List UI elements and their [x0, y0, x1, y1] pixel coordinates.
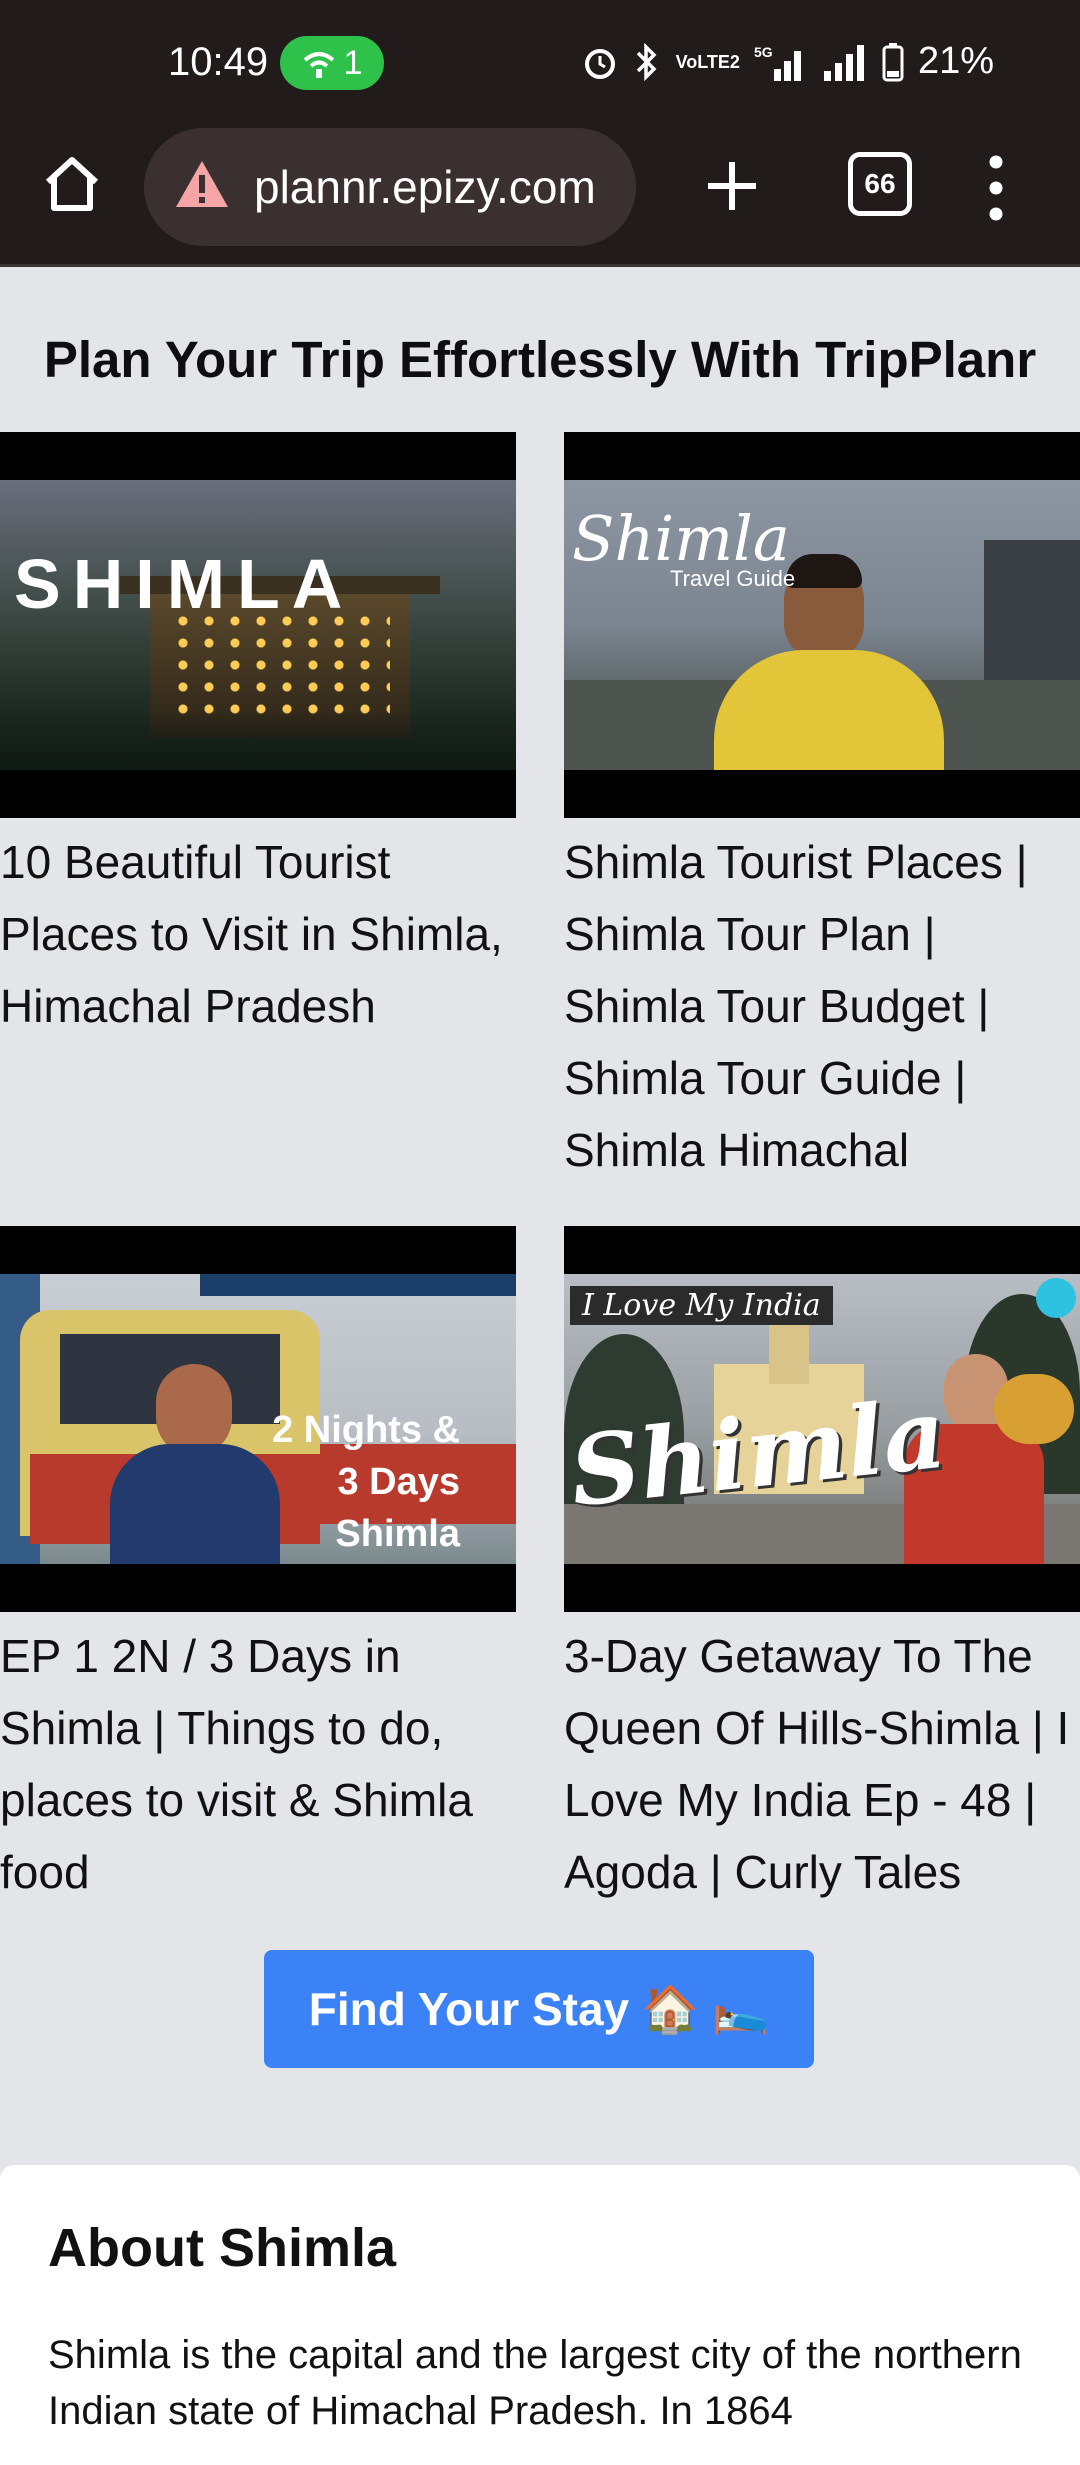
video-card[interactable]: SHIMLA 10 Beautiful Tourist Places to Vi…: [0, 432, 516, 1042]
find-your-stay-button[interactable]: Find Your Stay 🏠 🛌: [264, 1950, 814, 2068]
hotspot-indicator: 1: [280, 36, 384, 90]
hotspot-count: 1: [343, 43, 363, 82]
status-time: 10:49: [168, 40, 269, 84]
video-card[interactable]: Shimla Travel Guide Shimla Tourist Place…: [564, 432, 1080, 1186]
page-title: Plan Your Trip Effortlessly With TripPla…: [43, 331, 1037, 388]
url-text[interactable]: plannr.epizy.com: [254, 160, 596, 214]
battery-icon: [882, 42, 904, 81]
video-card[interactable]: 2 Nights & 3 Days Shimla EP 1 2N / 3 Day…: [0, 1226, 516, 1908]
more-menu-icon[interactable]: [978, 152, 1014, 224]
signal-5g-icon: 5G: [754, 44, 801, 81]
video-thumbnail[interactable]: 2 Nights & 3 Days Shimla: [0, 1226, 516, 1612]
thumbnail-overlay-text: Shimla: [572, 502, 790, 575]
thumbnail-overlay-tag: I Love My India: [570, 1286, 833, 1325]
status-bar: 10:49 1 VoLTE2 5G 21%: [0, 0, 1080, 128]
thumbnail-overlay-text: SHIMLA: [14, 545, 355, 623]
hotspot-icon: [303, 52, 334, 78]
battery-percent: 21%: [917, 40, 994, 82]
thumbnail-overlay-subtext: Travel Guide: [670, 566, 796, 591]
volte-label: VoLTE2: [675, 51, 740, 72]
warning-icon[interactable]: [174, 158, 230, 210]
tab-switcher-button[interactable]: 66: [848, 152, 912, 216]
find-your-stay-label: Find Your Stay 🏠 🛌: [308, 1982, 770, 2035]
alarm-icon: [584, 48, 615, 79]
video-title[interactable]: EP 1 2N / 3 Days in Shimla | Things to d…: [0, 1620, 516, 1908]
svg-text:5G: 5G: [754, 44, 773, 60]
video-title[interactable]: Shimla Tourist Places | Shimla Tour Plan…: [564, 826, 1080, 1186]
home-icon[interactable]: [40, 152, 104, 216]
video-title[interactable]: 10 Beautiful Tourist Places to Visit in …: [0, 826, 516, 1042]
video-thumbnail[interactable]: SHIMLA: [0, 432, 516, 818]
video-card[interactable]: I Love My India Shimla 3-Day Getaway To …: [564, 1226, 1080, 1908]
bluetooth-icon: [636, 42, 657, 81]
new-tab-icon[interactable]: [702, 156, 762, 216]
about-heading: About Shimla: [48, 2218, 396, 2278]
signal-icon: [823, 44, 864, 81]
status-icons: VoLTE2 5G 21%: [582, 40, 994, 83]
video-thumbnail[interactable]: Shimla Travel Guide: [564, 432, 1080, 818]
video-title[interactable]: 3-Day Getaway To The Queen Of Hills-Shim…: [564, 1620, 1080, 1908]
address-bar[interactable]: plannr.epizy.com: [144, 128, 636, 246]
channel-logo-icon: [1036, 1278, 1076, 1318]
browser-toolbar: plannr.epizy.com 66: [0, 128, 1080, 267]
video-thumbnail[interactable]: I Love My India Shimla: [564, 1226, 1080, 1612]
thumbnail-overlay-text: 2 Nights & 3 Days Shimla: [272, 1409, 460, 1555]
tab-count: 66: [864, 168, 896, 199]
about-section: About Shimla Shimla is the capital and t…: [0, 2165, 1080, 2465]
about-text: Shimla is the capital and the largest ci…: [48, 2333, 1022, 2433]
